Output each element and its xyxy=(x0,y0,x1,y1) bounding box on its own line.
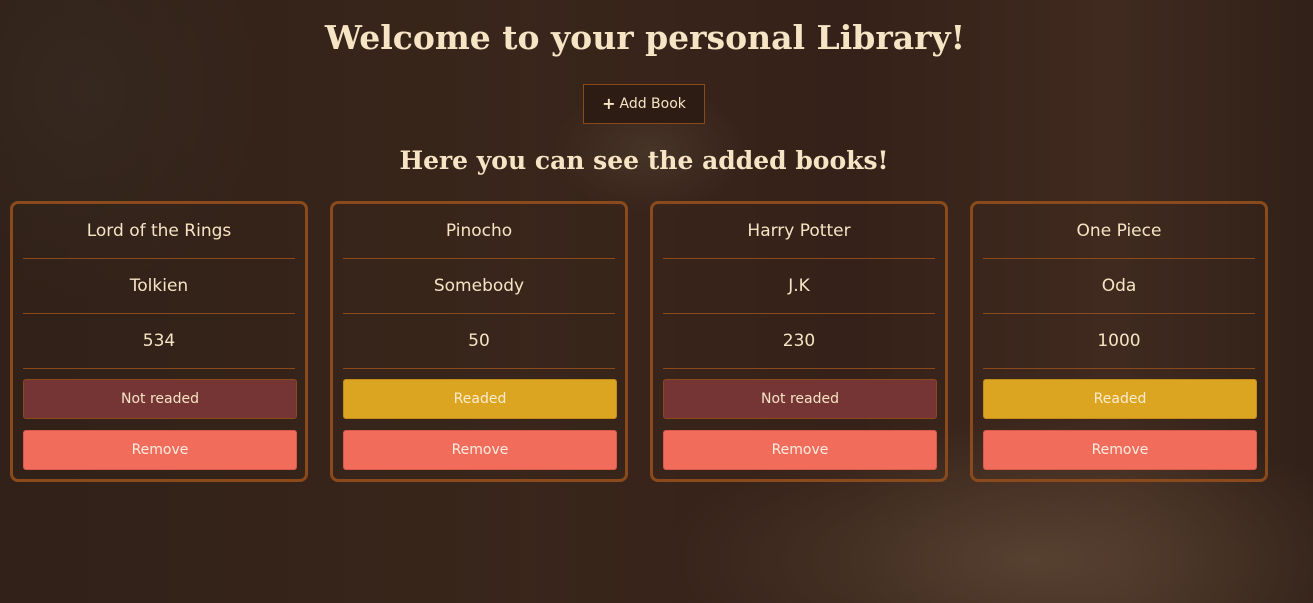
book-pages: 1000 xyxy=(983,314,1255,369)
read-status-toggle[interactable]: Not readed xyxy=(23,379,297,419)
read-status-toggle[interactable]: Readed xyxy=(343,379,617,419)
book-card: Harry Potter J.K 230 Not readed Remove xyxy=(650,201,948,482)
book-title: Lord of the Rings xyxy=(23,204,295,259)
book-author: Somebody xyxy=(343,259,615,314)
remove-book-button[interactable]: Remove xyxy=(663,430,937,470)
book-title: Pinocho xyxy=(343,204,615,259)
page-title: Welcome to your personal Library! xyxy=(324,18,966,57)
read-status-toggle[interactable]: Not readed xyxy=(663,379,937,419)
book-author: J.K xyxy=(663,259,935,314)
books-subtitle: Here you can see the added books! xyxy=(399,146,889,175)
book-author: Tolkien xyxy=(23,259,295,314)
add-book-label: Add Book xyxy=(619,96,686,112)
remove-book-button[interactable]: Remove xyxy=(343,430,617,470)
book-card: Lord of the Rings Tolkien 534 Not readed… xyxy=(10,201,308,482)
book-pages: 534 xyxy=(23,314,295,369)
book-author: Oda xyxy=(983,259,1255,314)
book-title: Harry Potter xyxy=(663,204,935,259)
plus-icon: + xyxy=(602,94,616,113)
add-book-button[interactable]: + Add Book xyxy=(583,84,705,124)
book-card: One Piece Oda 1000 Readed Remove xyxy=(970,201,1268,482)
book-pages: 50 xyxy=(343,314,615,369)
book-card: Pinocho Somebody 50 Readed Remove xyxy=(330,201,628,482)
page: Welcome to your personal Library! + Add … xyxy=(0,0,1313,603)
remove-book-button[interactable]: Remove xyxy=(983,430,1257,470)
remove-book-button[interactable]: Remove xyxy=(23,430,297,470)
book-title: One Piece xyxy=(983,204,1255,259)
book-pages: 230 xyxy=(663,314,935,369)
read-status-toggle[interactable]: Readed xyxy=(983,379,1257,419)
